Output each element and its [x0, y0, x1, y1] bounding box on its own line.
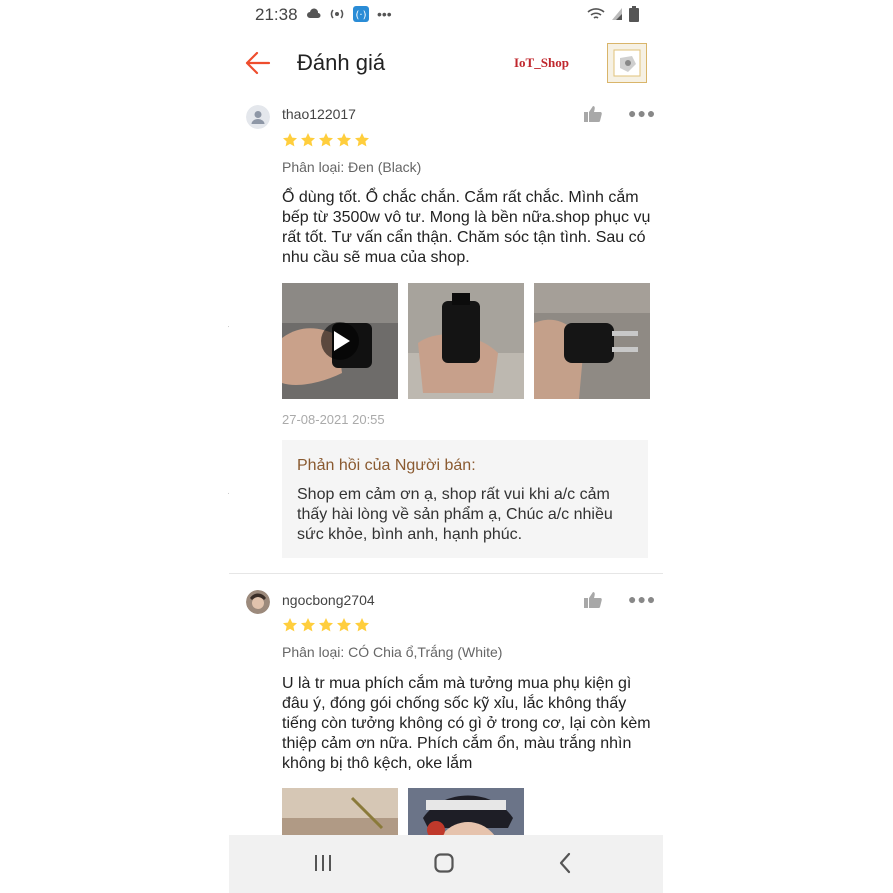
app-notification-icon: (·): [353, 6, 369, 22]
avatar-placeholder-icon[interactable]: [246, 105, 270, 129]
video-frame: [282, 283, 398, 399]
star-icon: [337, 618, 351, 632]
shop-logo[interactable]: [607, 43, 647, 83]
thumbs-up-icon[interactable]: [583, 591, 603, 609]
page-title: Đánh giá: [297, 50, 386, 75]
review-username[interactable]: thao122017: [282, 106, 356, 122]
cloud-icon: [307, 8, 321, 18]
star-rating: [282, 132, 370, 148]
review-divider: [229, 573, 663, 574]
system-navigation-bar: [229, 835, 663, 893]
seller-reply-box: Phản hồi của Người bán: Shop em cảm ơn ạ…: [282, 440, 648, 558]
review-text: Ổ dùng tốt. Ổ chắc chắn. Cắm rất chắc. M…: [282, 189, 651, 266]
star-icon: [283, 133, 297, 147]
review-video-thumbnail[interactable]: [282, 283, 398, 399]
app-bar: Đánh giá IoT_Shop: [229, 38, 663, 88]
photo-plug-pins: [534, 283, 650, 399]
star-icon: [319, 133, 333, 147]
star-icon: [355, 618, 369, 632]
seller-reply-title: Phản hồi của Người bán:: [297, 457, 476, 474]
more-options-icon[interactable]: ●●●: [628, 105, 656, 121]
review-card: ngocbong2704 ●●● Phân loại: CÓ Chia ổ,Tr…: [229, 582, 663, 893]
star-rating: [282, 617, 370, 633]
notification-icons: (·) •••: [307, 6, 392, 22]
back-arrow-icon[interactable]: [243, 48, 273, 78]
review-photo[interactable]: [408, 283, 524, 399]
more-options-icon[interactable]: ●●●: [628, 591, 656, 607]
wifi-icon: [587, 8, 605, 19]
shop-logo-icon: [613, 49, 641, 77]
review-card: thao122017 ●●● Phân loại: Đen (Black) Ổ …: [229, 96, 663, 574]
thumbs-up-icon[interactable]: [583, 105, 603, 123]
battery-icon: [629, 6, 639, 22]
review-photo[interactable]: [534, 283, 650, 399]
shop-watermark: IoT_Shop: [514, 55, 569, 70]
review-variant: Phân loại: CÓ Chia ổ,Trắng (White): [282, 644, 503, 660]
star-icon: [355, 133, 369, 147]
star-icon: [301, 618, 315, 632]
more-notifications-icon: •••: [377, 6, 392, 22]
recent-apps-icon[interactable]: [313, 854, 333, 872]
star-icon: [283, 618, 297, 632]
home-icon[interactable]: [434, 853, 454, 873]
signal-icon: [612, 8, 622, 20]
status-time: 21:38: [255, 5, 298, 24]
phone-screen: 21:38 (·) ••• Đánh giá IoT_Shop thao1220…: [229, 0, 663, 893]
review-username[interactable]: ngocbong2704: [282, 592, 375, 608]
review-text: U là tr mua phích cắm mà tưởng mua phụ k…: [282, 675, 651, 772]
review-variant: Phân loại: Đen (Black): [282, 159, 422, 175]
star-icon: [337, 133, 351, 147]
photo-plug-in-hand: [408, 283, 524, 399]
star-icon: [319, 618, 333, 632]
system-icons: [587, 6, 639, 22]
svg-text:(·): (·): [356, 10, 367, 21]
star-icon: [301, 133, 315, 147]
seller-reply-text: Shop em cảm ơn ạ, shop rất vui khi a/c c…: [297, 486, 613, 543]
back-nav-icon[interactable]: [558, 852, 572, 874]
user-avatar[interactable]: [246, 590, 270, 614]
status-bar: 21:38 (·) •••: [229, 0, 663, 30]
review-date: 27-08-2021 20:55: [282, 412, 385, 427]
hotspot-icon: [330, 9, 344, 19]
